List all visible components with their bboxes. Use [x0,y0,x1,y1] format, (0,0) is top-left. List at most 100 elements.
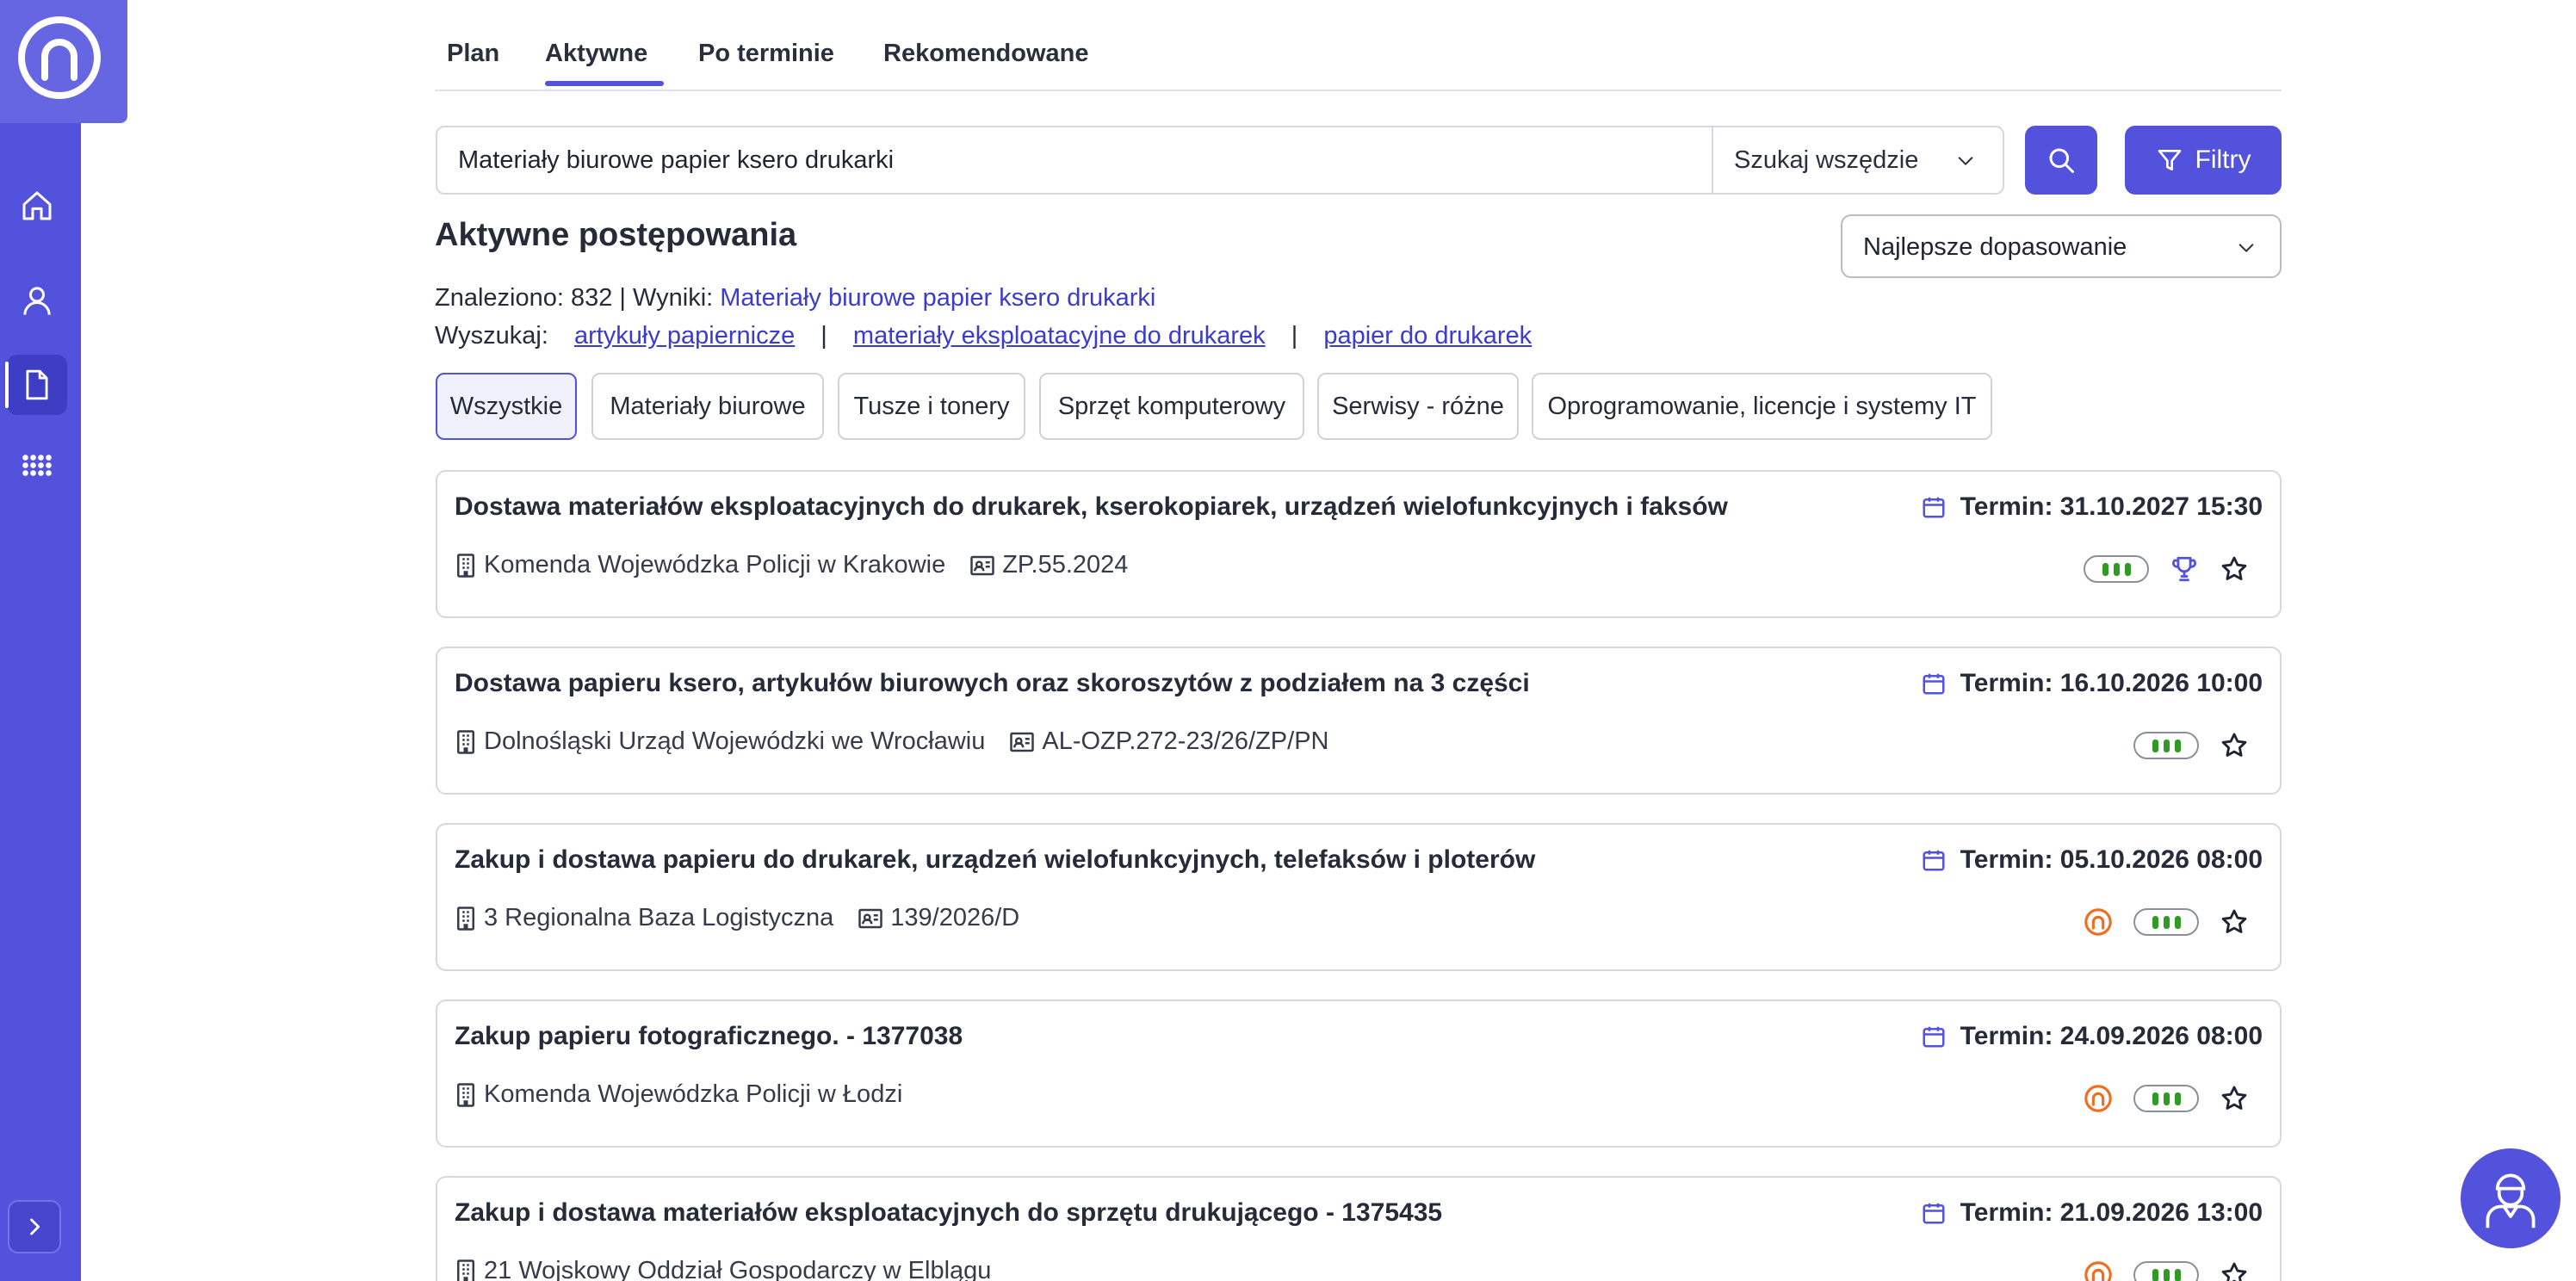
calendar-icon [1923,673,1945,695]
building-icon [457,1259,474,1281]
sidebar-item-documents[interactable] [5,355,67,415]
tender-actions [2133,731,2249,760]
search-input[interactable] [458,127,1689,193]
sidebar [0,0,127,1281]
tender-actions [2084,554,2249,584]
star-icon[interactable] [2220,907,2249,937]
tender-title[interactable]: Zakup i dostawa papieru do drukarek, urz… [455,845,1535,875]
tender-organization: 3 Regionalna Baza Logistyczna [455,904,833,932]
suggestion-link[interactable]: materiały eksploatacyjne do drukarek [853,322,1266,350]
n-badge-icon [2084,1085,2112,1112]
category-chip-oprogramowanie[interactable]: Oprogramowanie, licencje i systemy IT [1532,373,1992,440]
tab-po-terminie[interactable]: Po terminie [698,40,834,68]
suggestion-separator: | [1291,322,1298,350]
search-button[interactable] [2025,126,2097,195]
search-box: Szukaj wszędzie [436,126,2004,195]
assistant-button[interactable] [2461,1148,2561,1248]
search-divider [1712,127,1713,193]
chevron-down-icon[interactable] [1954,152,1977,170]
document-icon [26,369,48,400]
tender-reference: 139/2026/D [858,904,1019,932]
match-level-badge [2084,555,2149,583]
deadline-text: Termin: 31.10.2027 15:30 [1960,492,2263,521]
tender-meta: Dolnośląski Urząd Wojewódzki we Wrocławi… [455,727,1353,756]
id-card-icon [970,555,994,575]
category-chip-materialy-biurowe[interactable]: Materiały biurowe [591,373,824,440]
building-icon [457,729,474,754]
category-chip-wszystkie[interactable]: Wszystkie [436,373,577,440]
suggestion-link[interactable]: papier do drukarek [1323,322,1532,350]
sort-select-value: Najlepsze dopasowanie [1863,233,2127,261]
tender-meta: 21 Wojskowy Oddział Gospodarczy w Elbląg… [455,1257,1015,1281]
chevron-down-icon [2239,244,2254,252]
match-level-badge [2133,908,2199,936]
sidebar-item-home[interactable] [7,176,67,236]
tender-title[interactable]: Zakup i dostawa materiałów eksploatacyjn… [455,1198,1442,1228]
home-icon [22,191,52,220]
results-query-link[interactable]: Materiały biurowe papier ksero drukarki [720,284,1155,312]
suggestion-link[interactable]: artykuły papiernicze [574,322,795,350]
category-chip-serwisy[interactable]: Serwisy - różne [1317,373,1519,440]
match-level-badge [2133,1261,2199,1281]
tender-actions [2084,907,2249,937]
search-scope-select[interactable]: Szukaj wszędzie [1734,146,1918,175]
tender-title[interactable]: Zakup papieru fotograficznego. - 1377038 [455,1022,963,1051]
calendar-icon [1923,497,1945,518]
category-chip-tusze-tonery[interactable]: Tusze i tonery [838,373,1025,440]
tender-deadline: Termin: 05.10.2026 08:00 [1921,845,2263,875]
tender-organization: Komenda Wojewódzka Policji w Łodzi [455,1080,902,1109]
building-icon [457,1082,474,1107]
star-icon[interactable] [2220,731,2249,760]
tender-card[interactable]: Dostawa papieru ksero, artykułów biurowy… [436,647,2282,795]
tab-aktywne[interactable]: Aktywne [545,40,647,68]
tender-reference: ZP.55.2024 [969,551,1128,579]
suggest-label: Wyszukaj: [435,322,548,350]
sidebar-item-profile[interactable] [7,270,67,331]
n-logo-icon [18,16,101,99]
tender-actions [2084,1260,2249,1281]
sort-select[interactable]: Najlepsze dopasowanie [1841,214,2282,278]
n-badge-icon [2084,908,2112,936]
star-icon[interactable] [2220,1084,2249,1113]
filter-icon [2158,150,2181,170]
tender-title[interactable]: Dostawa papieru ksero, artykułów biurowy… [455,669,1530,698]
tender-reference: AL-OZP.272-23/26/ZP/PN [1009,727,1329,756]
building-icon [457,906,474,931]
filters-button[interactable]: Filtry [2125,126,2282,195]
tender-card[interactable]: Zakup i dostawa papieru do drukarek, urz… [436,823,2282,971]
tender-card[interactable]: Dostawa materiałów eksploatacyjnych do d… [436,470,2282,618]
user-icon [23,287,51,315]
tender-title[interactable]: Dostawa materiałów eksploatacyjnych do d… [455,492,1728,522]
calendar-icon [1923,1203,1945,1224]
tender-deadline: Termin: 31.10.2027 15:30 [1921,492,2263,522]
sidebar-expand-button[interactable] [8,1200,61,1253]
star-icon[interactable] [2220,1260,2249,1281]
search-icon [2049,148,2074,173]
calendar-icon [1923,850,1945,871]
n-badge-icon [2084,1261,2112,1281]
deadline-text: Termin: 05.10.2026 08:00 [1960,845,2263,874]
tender-actions [2084,1084,2249,1113]
logo[interactable] [0,0,127,123]
match-level-badge [2133,1085,2199,1112]
sidebar-item-apps[interactable] [7,439,67,499]
tab-bar: Plan Aktywne Po terminie Rekomendowane [435,33,2282,91]
trophy-icon [2172,556,2196,582]
category-chip-sprzet-komputerowy[interactable]: Sprzęt komputerowy [1039,373,1304,440]
tender-card[interactable]: Zakup i dostawa materiałów eksploatacyjn… [436,1176,2282,1281]
tender-card[interactable]: Zakup papieru fotograficznego. - 1377038… [436,999,2282,1148]
deadline-text: Termin: 24.09.2026 08:00 [1960,1022,2263,1050]
tender-organization: Dolnośląski Urząd Wojewódzki we Wrocławi… [455,727,985,756]
assistant-avatar-icon [2486,1173,2536,1228]
tab-rekomendowane[interactable]: Rekomendowane [883,40,1089,68]
results-count: Znaleziono: 832 | Wyniki: [435,284,721,312]
tender-deadline: Termin: 21.09.2026 13:00 [1921,1198,2263,1228]
suggestion-separator: | [820,322,827,350]
tab-plan[interactable]: Plan [447,40,499,68]
id-card-icon [858,908,883,928]
match-level-badge [2133,732,2199,759]
filters-label: Filtry [2195,145,2251,174]
star-icon[interactable] [2220,554,2249,584]
results-summary: Znaleziono: 832 | Wyniki: Materiały biur… [435,284,1155,313]
building-icon [457,553,474,578]
